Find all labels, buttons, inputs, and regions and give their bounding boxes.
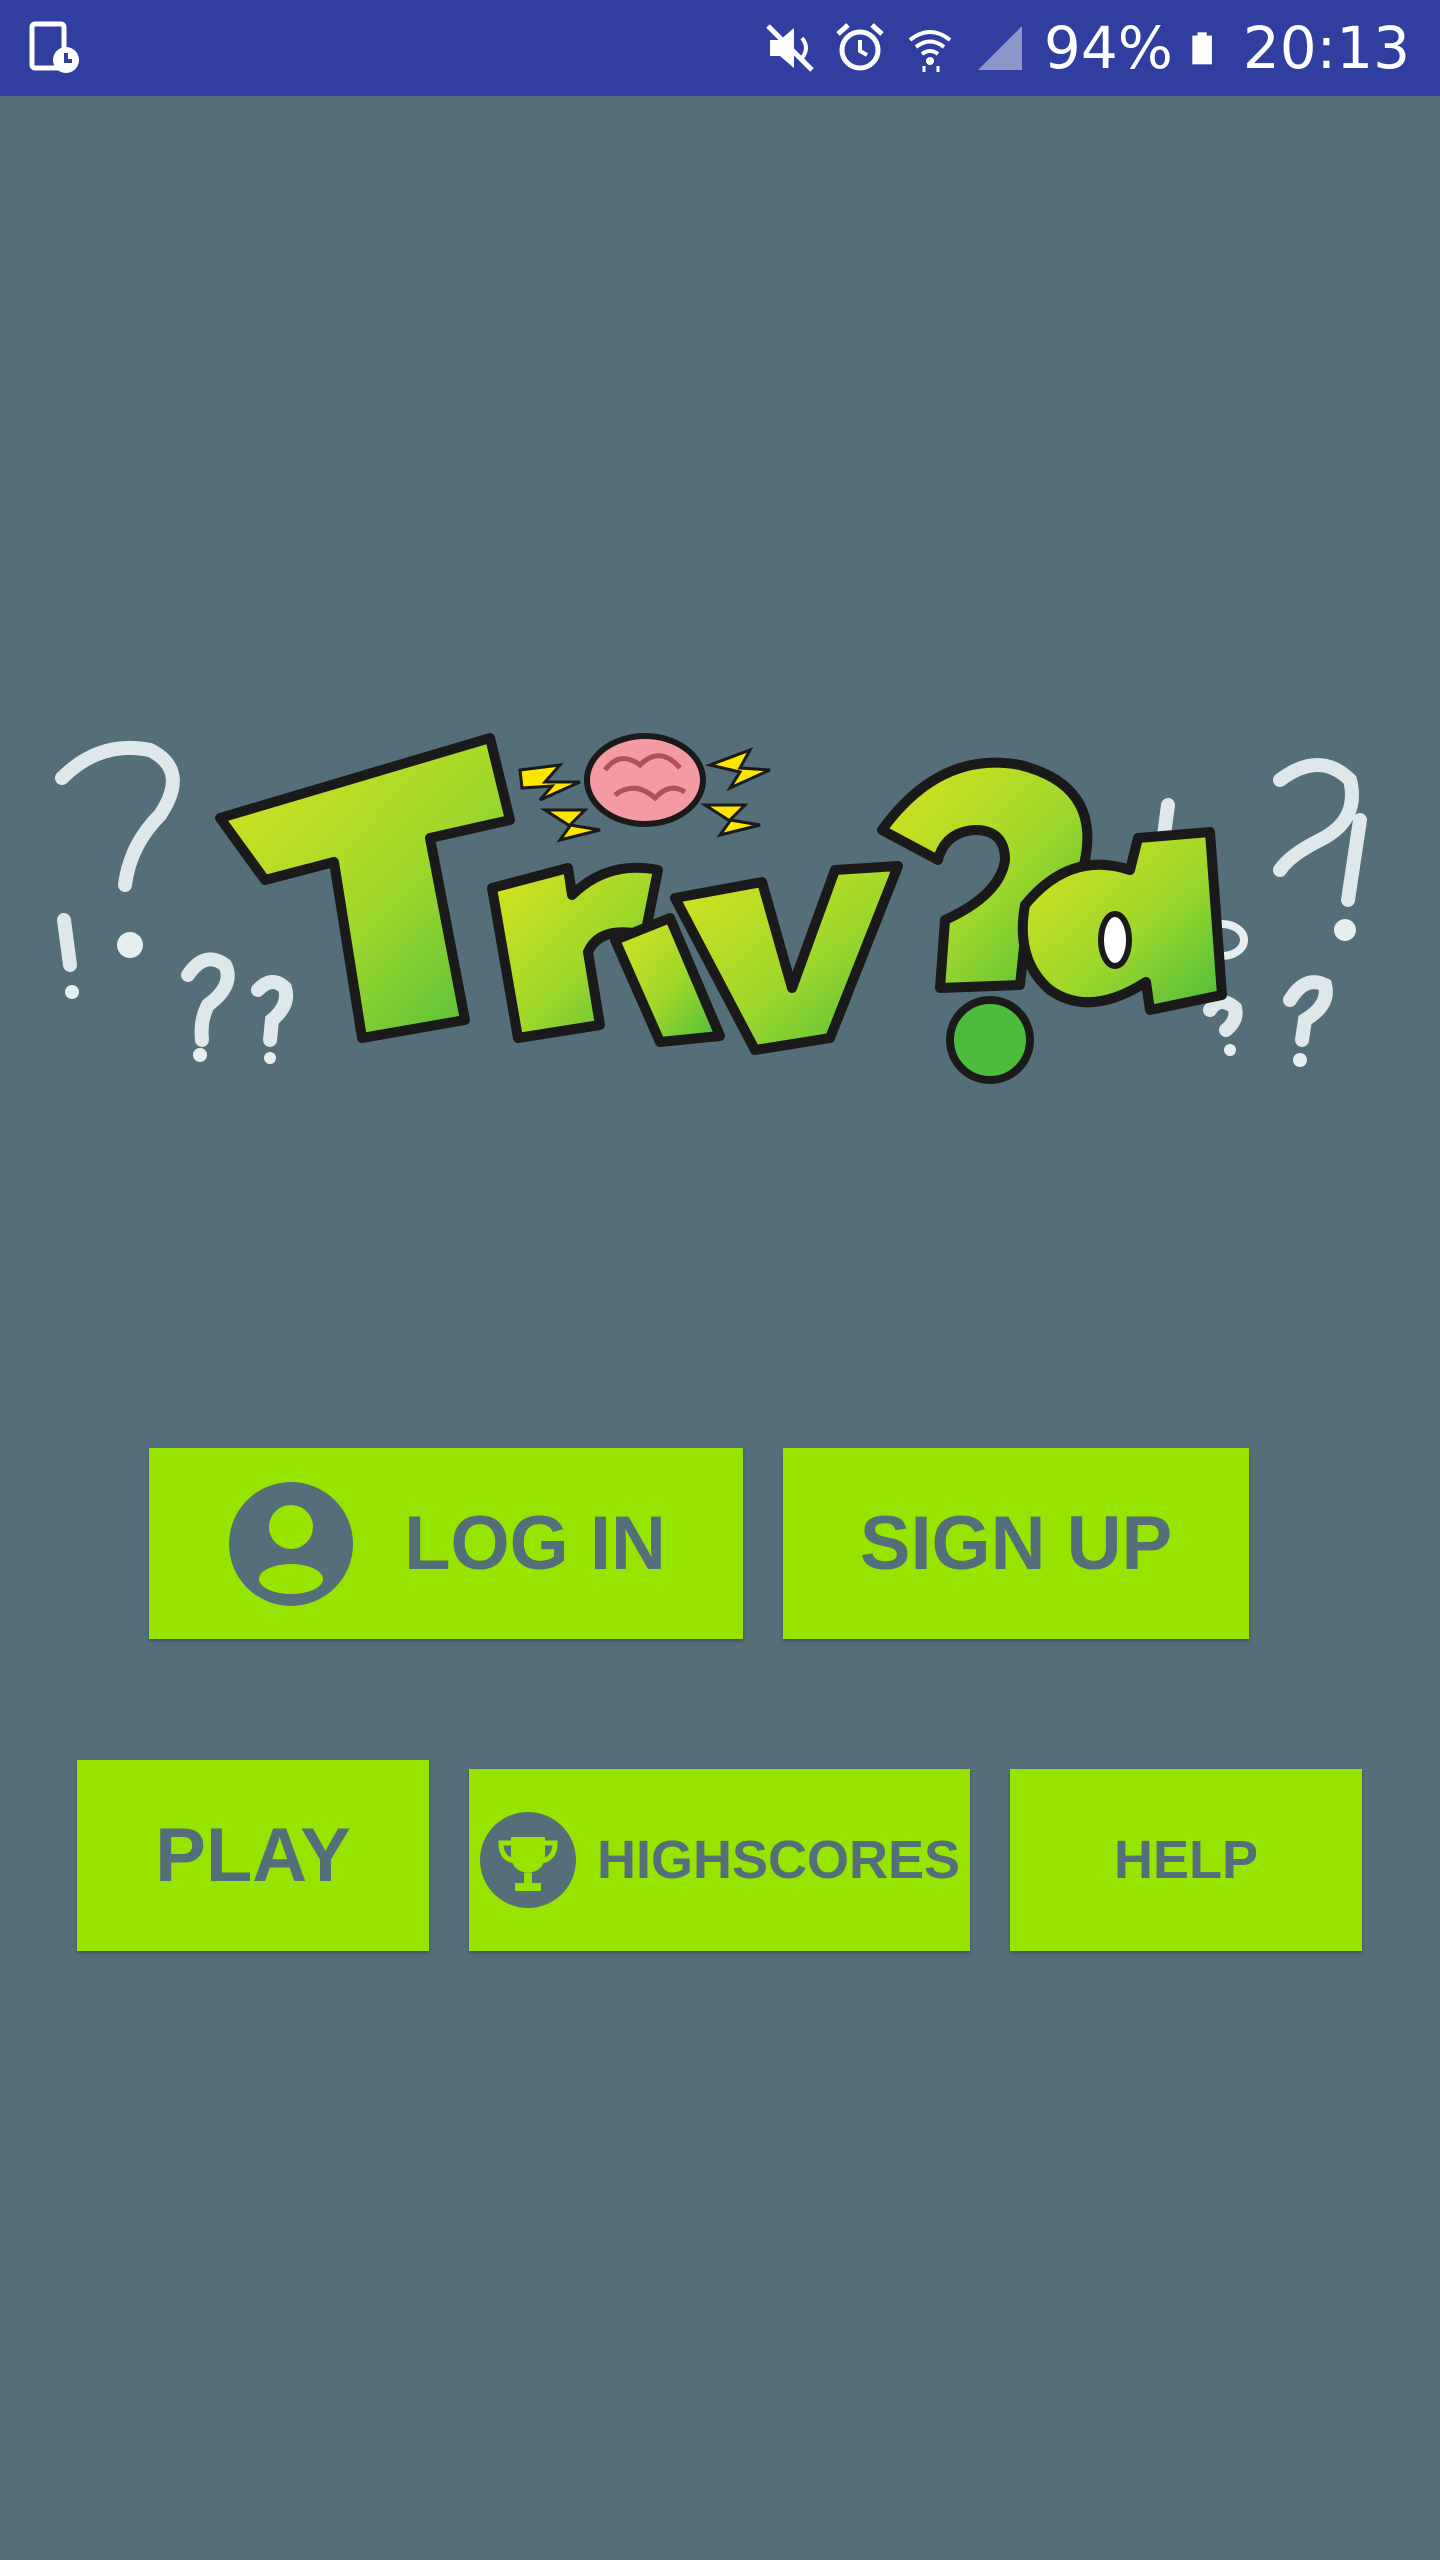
user-icon (229, 1481, 354, 1606)
trophy-icon (479, 1812, 576, 1908)
battery-percentage: 94% (1043, 14, 1173, 82)
mute-icon (766, 24, 814, 72)
clock: 20:13 (1242, 14, 1410, 82)
help-button[interactable]: HELP (1010, 1769, 1362, 1951)
highscores-label: HIGHSCORES (596, 1830, 961, 1890)
status-bar: 94% 20:13 (0, 0, 1440, 96)
alarm-icon (836, 23, 884, 71)
highscores-button[interactable]: HIGHSCORES (469, 1769, 970, 1951)
login-label: LOG IN (404, 1501, 666, 1586)
battery-icon (1192, 32, 1212, 65)
screen-time-icon (29, 21, 79, 73)
trivia-logo (55, 733, 1367, 1084)
wifi-icon (908, 30, 952, 72)
play-button[interactable]: PLAY (77, 1760, 429, 1951)
play-label: PLAY (155, 1813, 351, 1898)
login-button[interactable]: LOG IN (149, 1448, 743, 1639)
signup-label: SIGN UP (859, 1501, 1173, 1586)
signup-button[interactable]: SIGN UP (783, 1448, 1249, 1639)
signal-icon (977, 26, 1022, 70)
help-label: HELP (1113, 1830, 1259, 1890)
